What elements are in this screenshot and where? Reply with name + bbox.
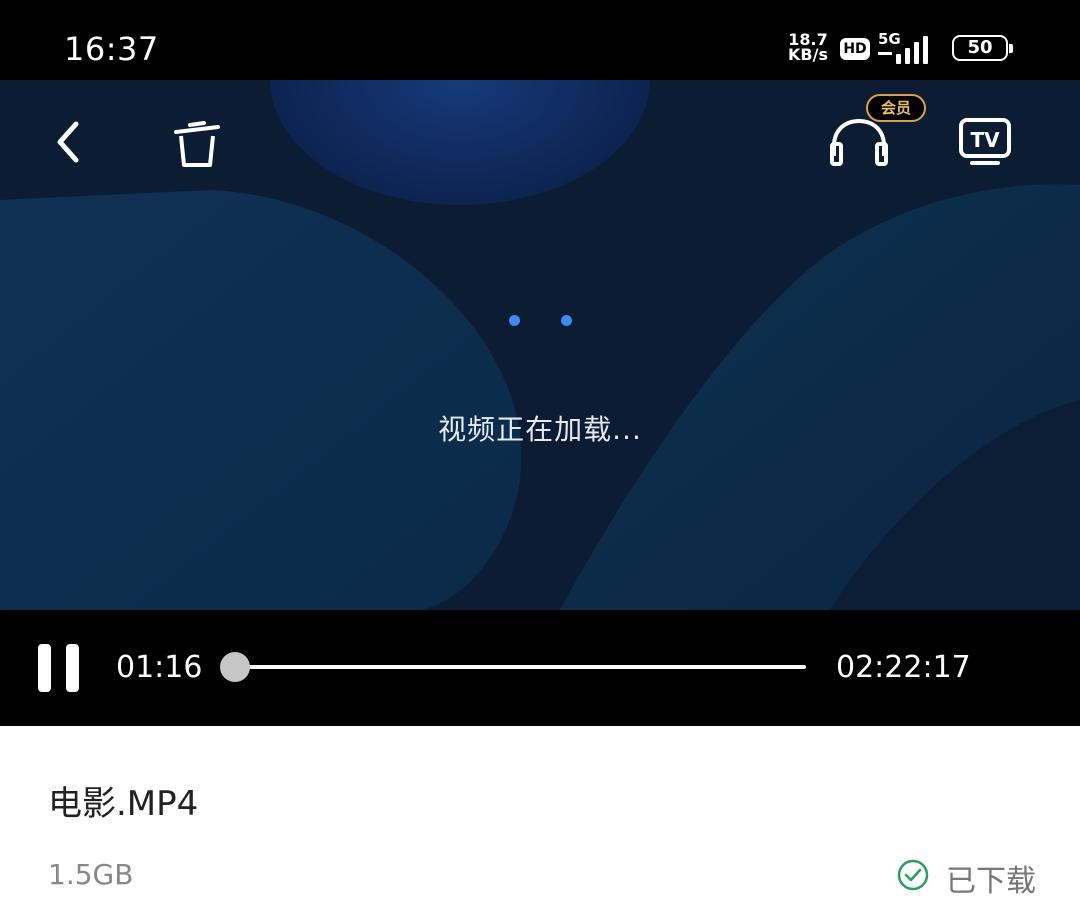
seek-thumb[interactable] [220, 652, 251, 682]
loading-dot [561, 315, 572, 326]
file-size: 1.5GB [48, 858, 134, 891]
tv-cast-icon[interactable]: TV [958, 116, 1012, 168]
playback-controls: 01:16 02:22:17 [0, 610, 1080, 726]
loading-spinner [505, 312, 585, 328]
pause-icon [38, 644, 51, 692]
status-bar: 16:37 18.7 KB/s HD 5G 50 [0, 0, 1080, 80]
battery-icon: 50 [952, 35, 1013, 61]
network-speed: 18.7 KB/s [786, 32, 830, 64]
signal-strength-icon: 5G [878, 30, 942, 66]
network-type-label: 5G [878, 30, 901, 48]
back-icon[interactable] [50, 118, 86, 166]
downloaded-check-icon [897, 859, 929, 891]
download-status-label: 已下载 [946, 864, 1036, 899]
vip-badge: 会员 [866, 94, 926, 122]
total-duration: 02:22:17 [836, 650, 971, 685]
delete-icon[interactable] [172, 118, 222, 170]
file-info-panel: 电影.MP4 1.5GB 已下载 [0, 726, 1080, 908]
hd-voice-icon: HD [840, 38, 870, 60]
video-player[interactable]: TV 会员 视频正在加载... [0, 80, 1080, 610]
pause-button[interactable] [36, 644, 82, 694]
status-time: 16:37 [64, 30, 159, 68]
audio-mode-icon[interactable] [828, 116, 890, 168]
loading-message: 视频正在加载... [438, 413, 642, 446]
seek-bar[interactable] [230, 665, 806, 669]
current-time: 01:16 [116, 650, 203, 685]
tv-label: TV [970, 128, 1000, 152]
network-speed-unit: KB/s [788, 45, 828, 64]
file-name: 电影.MP4 [48, 784, 199, 824]
loading-dot [509, 315, 520, 326]
